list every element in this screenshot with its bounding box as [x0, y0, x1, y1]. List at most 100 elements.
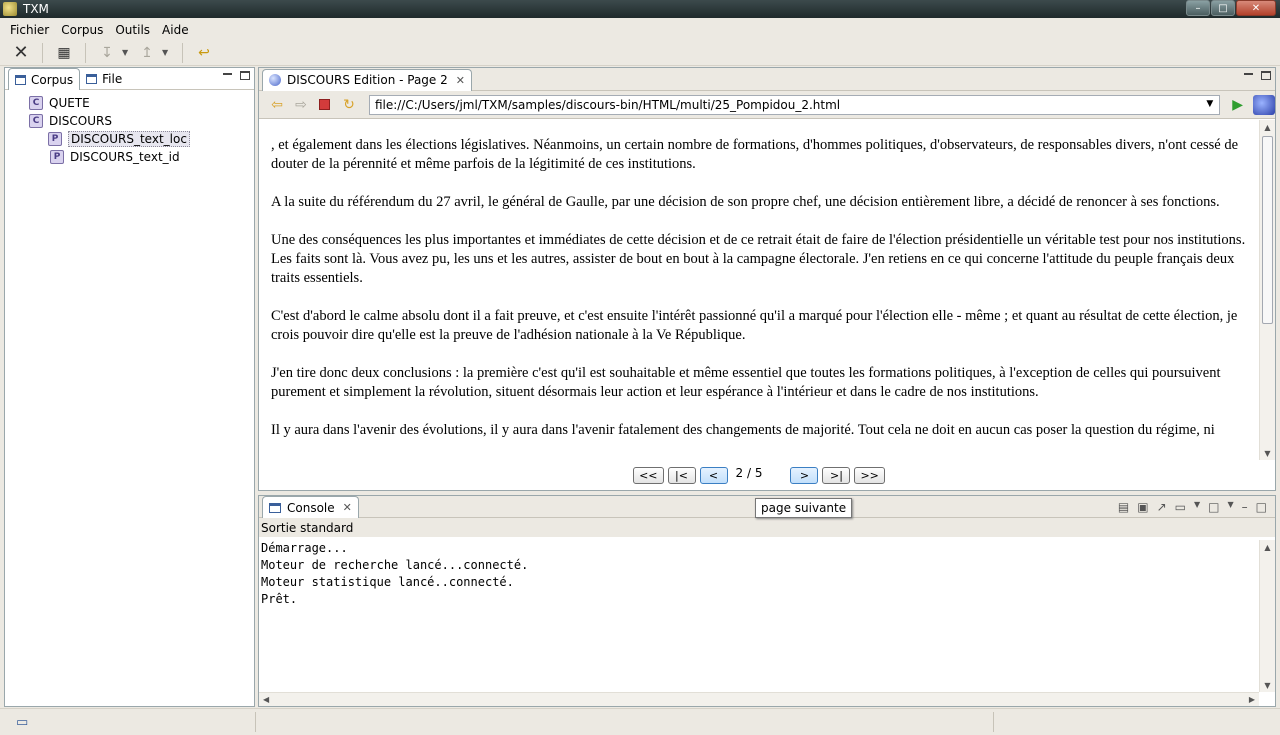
- console-line: Moteur de recherche lancé...connecté.: [261, 558, 529, 572]
- maximize-view-icon[interactable]: [1261, 71, 1271, 80]
- toolbar-separator: [182, 42, 183, 63]
- compute-icon[interactable]: ▦: [53, 42, 75, 64]
- previous-page-button[interactable]: <: [699, 466, 728, 484]
- tab-corpus-label: Corpus: [31, 72, 74, 87]
- open-console-icon[interactable]: □: [1208, 500, 1219, 514]
- tree-item-label: QUETE: [49, 96, 90, 110]
- minimize-view-icon[interactable]: [1244, 73, 1253, 75]
- chevron-down-icon[interactable]: ▼: [1194, 500, 1200, 514]
- chevron-down-icon[interactable]: ▼: [162, 48, 172, 57]
- tab-discours-edition[interactable]: DISCOURS Edition - Page 2 ✕: [262, 68, 472, 91]
- partition-icon: P: [48, 132, 62, 146]
- tree-item-label: DISCOURS_text_loc: [68, 131, 190, 147]
- tab-file[interactable]: File: [80, 68, 128, 90]
- scroll-up-icon[interactable]: ▲: [1260, 540, 1275, 554]
- fast-view-icon[interactable]: ▭: [16, 715, 28, 730]
- maximize-button[interactable]: □: [1211, 0, 1235, 16]
- maximize-view-icon[interactable]: □: [1256, 500, 1267, 514]
- export-icon[interactable]: ↥: [136, 42, 158, 64]
- paragraph: Il y aura dans l'avenir des évolutions, …: [271, 422, 1215, 438]
- scroll-lock-icon[interactable]: ▣: [1137, 500, 1148, 514]
- scroll-down-icon[interactable]: ▼: [1260, 446, 1275, 460]
- editor-header: DISCOURS Edition - Page 2 ✕: [259, 68, 1275, 91]
- close-window-button[interactable]: ✕: [1236, 0, 1276, 16]
- close-tab-icon[interactable]: ✕: [343, 501, 352, 514]
- edition-content: , et également dans les élections législ…: [259, 120, 1259, 460]
- menu-corpus[interactable]: Corpus: [55, 23, 109, 37]
- menu-aide[interactable]: Aide: [156, 23, 195, 37]
- tree-item-discours-text-loc[interactable]: P DISCOURS_text_loc: [5, 130, 254, 148]
- status-separator: [255, 712, 256, 732]
- browser-globe-icon: [1253, 94, 1275, 115]
- edition-vertical-scrollbar[interactable]: ▲ ▼: [1259, 120, 1275, 460]
- window-title: TXM: [23, 2, 49, 16]
- console-icon: [269, 502, 281, 513]
- chevron-down-icon[interactable]: ▼: [122, 48, 132, 57]
- minimize-view-icon[interactable]: [223, 73, 232, 75]
- import-icon[interactable]: ↧: [96, 42, 118, 64]
- last-page-button[interactable]: >>: [854, 466, 885, 484]
- chevron-down-icon[interactable]: ▼: [1228, 500, 1234, 514]
- scroll-left-icon[interactable]: ◀: [263, 695, 269, 704]
- display-console-icon[interactable]: ▭: [1175, 500, 1186, 514]
- tree-item-discours-text-id[interactable]: P DISCOURS_text_id: [5, 148, 254, 166]
- clear-console-icon[interactable]: ▤: [1118, 500, 1129, 514]
- partition-icon: P: [50, 150, 64, 164]
- minimize-view-icon[interactable]: –: [1242, 500, 1248, 514]
- globe-icon: [269, 74, 281, 86]
- pin-console-icon[interactable]: ↗: [1157, 500, 1167, 514]
- back-arrow-icon[interactable]: ⇦: [267, 95, 287, 115]
- console-vertical-scrollbar[interactable]: ▲ ▼: [1259, 540, 1275, 692]
- status-separator: [993, 712, 994, 732]
- start-page-button[interactable]: |<: [667, 466, 696, 484]
- console-tab-title: Console: [287, 500, 335, 515]
- back-to-source-icon[interactable]: ↩: [193, 42, 215, 64]
- menu-outils[interactable]: Outils: [109, 23, 156, 37]
- refresh-icon[interactable]: ↻: [339, 95, 359, 115]
- first-page-button[interactable]: <<: [633, 466, 664, 484]
- title-bar: TXM – □ ✕: [0, 0, 1280, 18]
- scroll-thumb[interactable]: [1262, 136, 1273, 324]
- url-text: file://C:/Users/jml/TXM/samples/discours…: [374, 97, 841, 112]
- corpus-view: Corpus File C QUETE C DISCOURS P DISCOUR…: [4, 67, 255, 707]
- maximize-view-icon[interactable]: [240, 71, 250, 80]
- page-indicator: 2 / 5: [735, 466, 763, 480]
- corpus-icon: C: [29, 96, 43, 110]
- menu-bar: Fichier Corpus Outils Aide: [0, 19, 1280, 40]
- end-page-button[interactable]: >|: [822, 466, 851, 484]
- tree-item-quete[interactable]: C QUETE: [5, 94, 254, 112]
- browser-toolbar: ⇦ ⇨ ↻ file://C:/Users/jml/TXM/samples/di…: [259, 91, 1275, 119]
- window-icon: [86, 73, 98, 84]
- corpus-tree: C QUETE C DISCOURS P DISCOURS_text_loc P…: [5, 90, 254, 166]
- url-field[interactable]: file://C:/Users/jml/TXM/samples/discours…: [368, 94, 1221, 115]
- go-icon[interactable]: ▶: [1232, 97, 1243, 113]
- stop-icon[interactable]: [315, 95, 335, 115]
- console-toolbar: ▤ ▣ ↗ ▭ ▼ □ ▼ – □: [1118, 500, 1267, 514]
- tab-console[interactable]: Console ✕: [262, 496, 359, 518]
- scroll-up-icon[interactable]: ▲: [1260, 120, 1275, 134]
- tab-corpus[interactable]: Corpus: [8, 68, 81, 90]
- scroll-down-icon[interactable]: ▼: [1260, 678, 1275, 692]
- next-page-button[interactable]: >: [790, 466, 819, 484]
- window-icon: [15, 74, 26, 85]
- scroll-right-icon[interactable]: ▶: [1249, 695, 1255, 704]
- console-output: Démarrage... Moteur de recherche lancé...…: [261, 540, 528, 608]
- tree-item-label: DISCOURS_text_id: [70, 150, 180, 164]
- console-line: Prêt.: [261, 592, 298, 606]
- menu-fichier[interactable]: Fichier: [4, 23, 55, 37]
- forward-arrow-icon[interactable]: ⇨: [291, 95, 311, 115]
- console-view: Console ✕ ▤ ▣ ↗ ▭ ▼ □ ▼ – □ Sortie stand…: [258, 495, 1276, 707]
- toolbar-separator: [85, 42, 86, 63]
- tree-item-label: DISCOURS: [49, 114, 112, 128]
- status-bar: ▭: [0, 708, 1280, 735]
- chevron-down-icon[interactable]: ▼: [1206, 99, 1213, 109]
- corpus-icon: C: [29, 114, 43, 128]
- minimize-button[interactable]: –: [1186, 0, 1210, 16]
- console-horizontal-scrollbar[interactable]: ◀ ▶: [259, 692, 1259, 706]
- close-tab-icon[interactable]: ✕: [456, 74, 465, 87]
- delete-icon[interactable]: ✕: [10, 42, 32, 64]
- paragraph: C'est d'abord le calme absolu dont il a …: [271, 308, 1238, 343]
- tree-item-discours[interactable]: C DISCOURS: [5, 112, 254, 130]
- editor-tab-title: DISCOURS Edition - Page 2: [287, 73, 448, 87]
- corpus-view-header: Corpus File: [5, 68, 254, 90]
